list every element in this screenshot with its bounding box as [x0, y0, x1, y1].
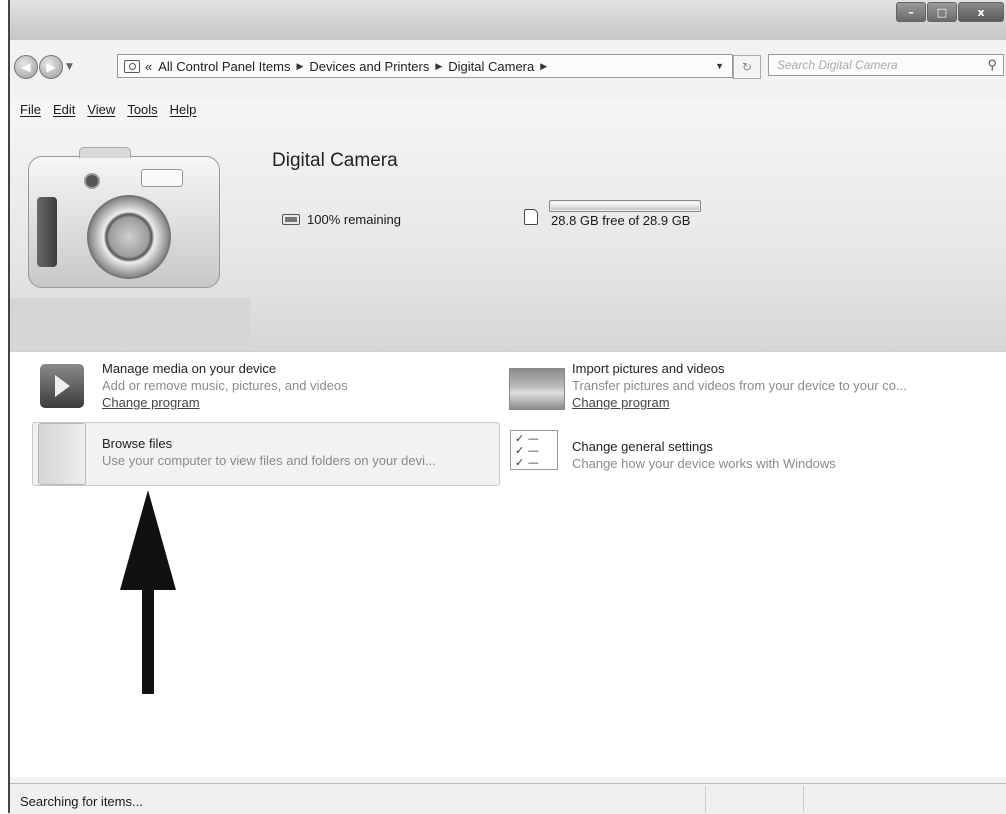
status-divider: [705, 786, 706, 812]
forward-button[interactable]: ▶: [39, 55, 63, 79]
task-browse-files-text: Browse files Use your computer to view f…: [102, 435, 436, 469]
task-title[interactable]: Change general settings: [572, 438, 836, 455]
navigation-bar: ◀ ▶ ▼ « All Control Panel Items ▶ Device…: [10, 52, 1006, 82]
storage-bar: [549, 200, 701, 212]
address-dropdown-icon[interactable]: ▼: [715, 61, 724, 71]
status-text: Searching for items...: [20, 794, 143, 809]
refresh-button[interactable]: ↻: [733, 55, 761, 79]
breadcrumb-all-control-panel-items[interactable]: All Control Panel Items: [158, 59, 290, 74]
camera-grip: [37, 197, 57, 267]
device-header: Digital Camera 100% remaining 28.8 GB fr…: [10, 120, 1006, 352]
battery-text: 100% remaining: [307, 212, 401, 227]
task-description: Add or remove music, pictures, and video…: [102, 378, 348, 393]
camera-shutter-button: [79, 147, 131, 158]
breadcrumb-digital-camera[interactable]: Digital Camera: [448, 59, 534, 74]
battery-status: 100% remaining: [282, 212, 401, 227]
camera-flash: [141, 169, 183, 187]
breadcrumb-chevron-icon[interactable]: ▶: [435, 61, 442, 72]
task-title: Browse files: [102, 436, 173, 451]
landscape-photo-icon[interactable]: [509, 368, 565, 410]
change-program-link[interactable]: Change program: [102, 394, 348, 411]
explorer-window: – □ x ◀ ▶ ▼ « All Control Panel Items ▶ …: [8, 0, 1006, 814]
recent-pages-dropdown[interactable]: ▼: [66, 62, 73, 72]
minimize-button[interactable]: –: [896, 2, 926, 22]
storage-text: 28.8 GB free of 28.9 GB: [551, 213, 691, 228]
close-button[interactable]: x: [958, 2, 1004, 22]
digital-camera-icon: [28, 147, 220, 288]
title-bar: – □ x: [10, 0, 1006, 40]
task-title[interactable]: Import pictures and videos: [572, 360, 907, 377]
camera-lens: [87, 195, 171, 279]
status-divider: [803, 786, 804, 812]
breadcrumb-chevron-icon[interactable]: ▶: [296, 61, 303, 72]
caption-buttons: – □ x: [895, 2, 1004, 22]
task-manage-media[interactable]: Manage media on your device Add or remov…: [102, 360, 348, 411]
task-browse-files[interactable]: Browse files Use your computer to view f…: [32, 422, 500, 486]
search-input[interactable]: Search Digital Camera ⚲: [768, 54, 1004, 76]
status-bar: Searching for items...: [10, 783, 1006, 814]
storage-bar-fill: [551, 202, 699, 210]
task-change-settings[interactable]: Change general settings Change how your …: [572, 438, 836, 472]
memory-card-icon: [524, 209, 538, 225]
up-arrow-annotation: [120, 490, 176, 694]
left-edge: [0, 270, 8, 813]
camera-reflection: [10, 298, 250, 350]
maximize-button[interactable]: □: [927, 2, 957, 22]
breadcrumb-devices-and-printers[interactable]: Devices and Printers: [309, 59, 429, 74]
battery-icon: [282, 214, 300, 225]
search-placeholder: Search Digital Camera: [777, 58, 898, 72]
address-overflow[interactable]: «: [145, 59, 152, 74]
camera-sensor: [84, 173, 100, 189]
address-bar[interactable]: « All Control Panel Items ▶ Devices and …: [117, 54, 733, 78]
menu-view[interactable]: View: [87, 102, 115, 117]
menu-edit[interactable]: Edit: [53, 102, 75, 117]
device-title: Digital Camera: [272, 150, 398, 171]
checklist-icon[interactable]: ✓ — ✓ — ✓ —: [510, 430, 558, 470]
back-button[interactable]: ◀: [14, 55, 38, 79]
menu-bar: File Edit View Tools Help: [10, 98, 1006, 121]
breadcrumb-chevron-icon[interactable]: ▶: [540, 61, 547, 72]
media-player-icon[interactable]: [40, 364, 84, 408]
change-program-link[interactable]: Change program: [572, 394, 907, 411]
camera-icon: [124, 59, 140, 73]
menu-file[interactable]: File: [20, 102, 41, 117]
task-title[interactable]: Manage media on your device: [102, 360, 348, 377]
folder-icon: [38, 423, 86, 485]
menu-tools[interactable]: Tools: [127, 102, 157, 117]
task-description: Change how your device works with Window…: [572, 456, 836, 471]
task-import-pictures[interactable]: Import pictures and videos Transfer pict…: [572, 360, 907, 411]
search-icon[interactable]: ⚲: [987, 57, 997, 73]
menu-help[interactable]: Help: [170, 102, 197, 117]
task-description: Transfer pictures and videos from your d…: [572, 378, 907, 393]
task-description: Use your computer to view files and fold…: [102, 453, 436, 468]
